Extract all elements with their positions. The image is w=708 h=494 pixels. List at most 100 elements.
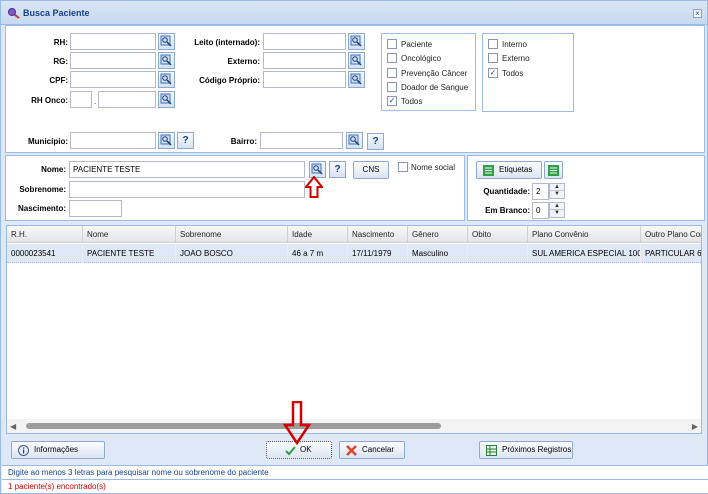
- identifiers-panel: RH: RG: CPF: RH Onco: . Leito (internado…: [5, 25, 705, 153]
- quantidade-label: Quantidade:: [483, 187, 530, 196]
- table-row[interactable]: 0000023541 PACIENTE TESTE JOAO BOSCO 46 …: [7, 244, 701, 263]
- labels-panel: Etiquetas Quantidade: 2 ▲ ▼ Em Branco: 0…: [467, 155, 705, 221]
- municipio-search-button[interactable]: [158, 132, 175, 149]
- search-icon: [350, 54, 362, 66]
- search-icon: [350, 73, 362, 85]
- quantidade-input[interactable]: 2: [532, 183, 549, 200]
- prevencao-cancer-checkbox[interactable]: [387, 68, 397, 78]
- em-branco-input[interactable]: 0: [532, 202, 549, 219]
- quantidade-spinner[interactable]: ▲ ▼: [549, 183, 565, 199]
- table-cell: 17/11/1979: [348, 244, 408, 263]
- info-icon: [18, 445, 29, 456]
- proximos-registros-button[interactable]: Próximos Registros: [479, 441, 573, 459]
- codigo-proprio-input[interactable]: [263, 71, 346, 88]
- cns-button[interactable]: CNS: [353, 161, 389, 179]
- origem-filter-group: Interno Externo ✓ Todos: [482, 33, 574, 112]
- rh-onco-prefix-input[interactable]: [70, 91, 92, 108]
- oncologico-checkbox-label: Oncológico: [401, 54, 442, 63]
- spinner-down-icon[interactable]: ▼: [550, 210, 564, 217]
- checkmark-icon: [285, 446, 296, 456]
- horizontal-scrollbar[interactable]: ◀ ▶: [7, 419, 701, 433]
- column-header[interactable]: Nome: [83, 226, 176, 243]
- window-title: Busca Paciente: [23, 8, 90, 18]
- rg-search-button[interactable]: [158, 52, 175, 69]
- externo-label: Externo:: [227, 57, 260, 66]
- nascimento-input[interactable]: [69, 200, 122, 217]
- doador-sangue-checkbox[interactable]: [387, 82, 397, 92]
- table-cell: [468, 244, 528, 263]
- proximos-registros-button-label: Próximos Registros: [502, 445, 572, 454]
- scrollbar-thumb[interactable]: [26, 423, 441, 429]
- origem-todos-checkbox-label: Todos: [502, 69, 524, 78]
- bairro-input[interactable]: [260, 132, 343, 149]
- nome-help-button[interactable]: ?: [329, 161, 346, 178]
- cpf-label: CPF:: [49, 76, 68, 85]
- leito-input[interactable]: [263, 33, 346, 50]
- bairro-label: Bairro:: [230, 137, 257, 146]
- externo-input[interactable]: [263, 52, 346, 69]
- tipo-todos-checkbox-label: Todos: [401, 97, 423, 106]
- spinner-down-icon[interactable]: ▼: [550, 191, 564, 198]
- column-header[interactable]: R.H.: [7, 226, 83, 243]
- nome-social-checkbox[interactable]: [398, 162, 408, 172]
- cpf-search-button[interactable]: [158, 71, 175, 88]
- paciente-checkbox[interactable]: [387, 39, 397, 49]
- leito-search-button[interactable]: [348, 33, 365, 50]
- search-icon: [160, 93, 172, 105]
- leito-label: Leito (internado):: [194, 38, 260, 47]
- externo-checkbox[interactable]: [488, 53, 498, 63]
- scroll-left-icon[interactable]: ◀: [10, 422, 16, 431]
- etiquetas-button[interactable]: Etiquetas: [476, 161, 542, 179]
- column-header[interactable]: Outro Plano Con: [641, 226, 701, 243]
- table-cell: Masculino: [408, 244, 468, 263]
- table-cell: SUL AMERICA ESPECIAL 100: [528, 244, 641, 263]
- interno-checkbox[interactable]: [488, 39, 498, 49]
- column-header[interactable]: Idade: [288, 226, 348, 243]
- rh-onco-input[interactable]: [98, 91, 156, 108]
- nome-input[interactable]: PACIENTE TESTE: [69, 161, 305, 178]
- codigo-proprio-label: Código Próprio:: [199, 76, 260, 85]
- cancelar-button[interactable]: Cancelar: [339, 441, 405, 459]
- informacoes-button[interactable]: Informações: [11, 441, 105, 459]
- em-branco-spinner[interactable]: ▲ ▼: [549, 202, 565, 218]
- origem-todos-checkbox[interactable]: ✓: [488, 68, 498, 78]
- municipio-help-button[interactable]: ?: [177, 132, 194, 149]
- spinner-up-icon[interactable]: ▲: [550, 184, 564, 191]
- annotation-arrow-up-icon: [305, 176, 323, 198]
- externo-checkbox-label: Externo: [502, 54, 530, 63]
- spinner-up-icon[interactable]: ▲: [550, 203, 564, 210]
- search-patient-icon: [8, 8, 20, 19]
- oncologico-checkbox[interactable]: [387, 53, 397, 63]
- cns-button-label: CNS: [362, 165, 380, 174]
- column-header[interactable]: Obito: [468, 226, 528, 243]
- annotation-arrow-down-icon: [283, 401, 311, 445]
- column-header[interactable]: Gênero: [408, 226, 468, 243]
- rg-input[interactable]: [70, 52, 156, 69]
- rh-search-button[interactable]: [158, 33, 175, 50]
- column-header[interactable]: Sobrenome: [176, 226, 288, 243]
- close-button[interactable]: ×: [693, 9, 702, 18]
- column-header[interactable]: Nascimento: [348, 226, 408, 243]
- paciente-checkbox-label: Paciente: [401, 40, 433, 49]
- tipo-todos-checkbox[interactable]: ✓: [387, 96, 397, 106]
- codigo-proprio-search-button[interactable]: [348, 71, 365, 88]
- rh-onco-search-button[interactable]: [158, 91, 175, 108]
- bairro-search-button[interactable]: [346, 132, 363, 149]
- rh-label: RH:: [53, 38, 68, 47]
- etiquetas-list-button[interactable]: [544, 161, 563, 179]
- cancelar-button-label: Cancelar: [362, 445, 395, 454]
- list-icon: [483, 165, 494, 176]
- name-search-panel: Nome: PACIENTE TESTE ? CNS Nome social S…: [5, 155, 465, 221]
- externo-search-button[interactable]: [348, 52, 365, 69]
- rh-input[interactable]: [70, 33, 156, 50]
- found-status-bar: 1 paciente(s) encontrado(s): [2, 479, 708, 493]
- bairro-help-button[interactable]: ?: [367, 133, 384, 150]
- scroll-right-icon[interactable]: ▶: [692, 422, 698, 431]
- column-header[interactable]: Plano Convênio: [528, 226, 641, 243]
- doador-sangue-checkbox-label: Doador de Sangue: [401, 83, 469, 92]
- sobrenome-input[interactable]: [69, 181, 305, 198]
- cpf-input[interactable]: [70, 71, 156, 88]
- table-cell: PARTICULAR 650: [641, 244, 701, 263]
- municipio-input[interactable]: [70, 132, 156, 149]
- table-cell: JOAO BOSCO: [176, 244, 288, 263]
